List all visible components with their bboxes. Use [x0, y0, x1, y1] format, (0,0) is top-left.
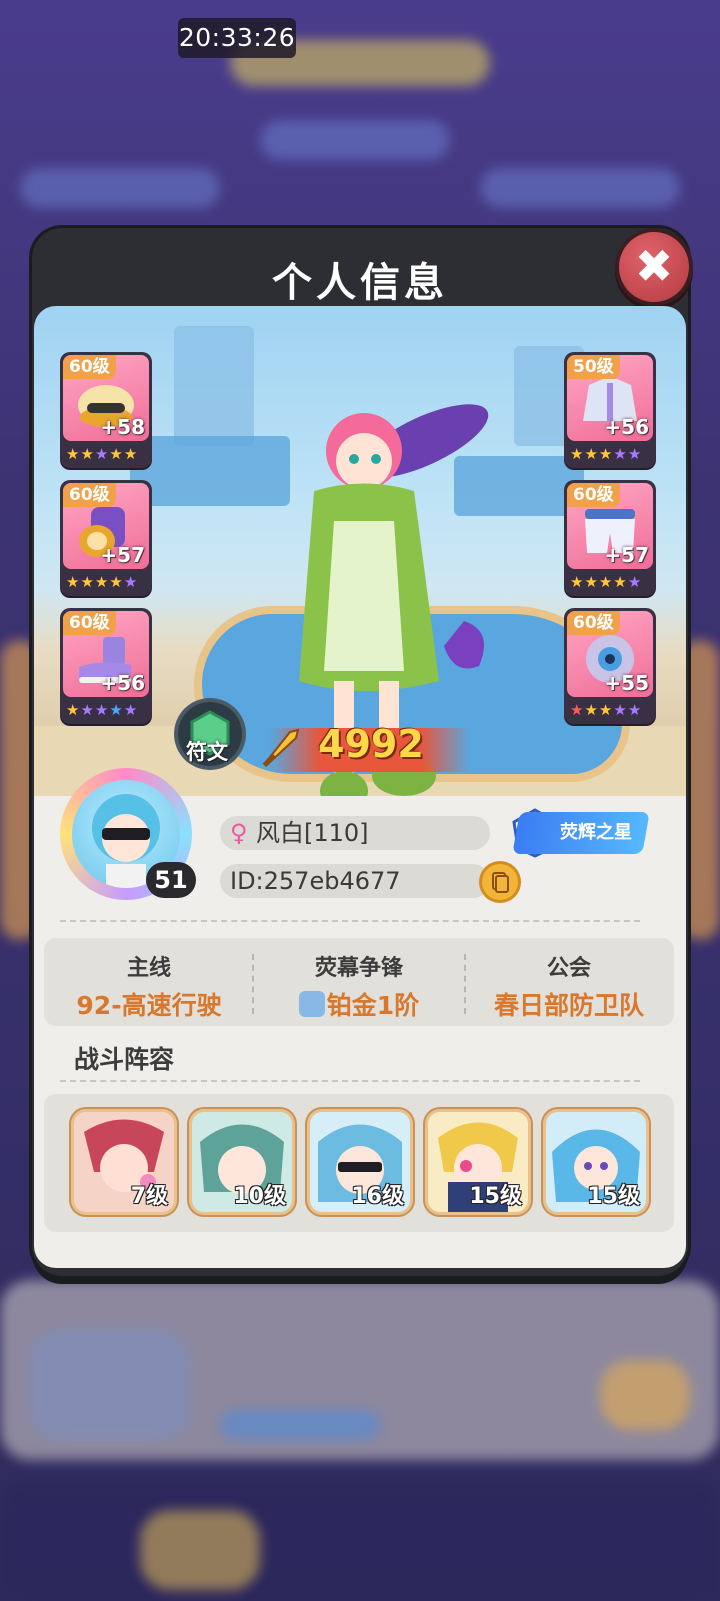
- stat-value: 92-高速行驶: [76, 991, 222, 1020]
- title-badge[interactable]: 荧辉之星: [512, 812, 650, 854]
- stat-label: 荧幕争锋: [314, 956, 403, 981]
- hero-level: 7级: [130, 1184, 168, 1209]
- sword-icon: [262, 728, 300, 768]
- equip-enhance: +57: [100, 543, 145, 567]
- hero-card[interactable]: 16级: [310, 1112, 410, 1212]
- female-icon: ♀: [230, 819, 248, 847]
- player-level: 51: [146, 862, 196, 898]
- star-rating: ★ ★ ★ ★ ★: [570, 445, 642, 463]
- star-rating: ★ ★ ★ ★ ★: [570, 573, 642, 591]
- equip-level: 60级: [63, 483, 116, 507]
- close-icon: ✖: [634, 239, 674, 293]
- close-button[interactable]: ✖: [619, 232, 689, 302]
- rune-label: 符文: [186, 740, 228, 764]
- rank-trophy-icon: [298, 991, 325, 1017]
- equip-enhance: +57: [604, 543, 649, 567]
- hero-card[interactable]: 15级: [546, 1112, 646, 1212]
- combat-power: 4992: [318, 722, 424, 766]
- equip-level: 60级: [567, 483, 620, 507]
- star-rating: ★ ★ ★ ★ ★: [66, 573, 138, 591]
- stat-label: 主线: [126, 956, 171, 981]
- hero-level: 15级: [469, 1184, 522, 1209]
- badge-label: 荧辉之星: [560, 822, 632, 843]
- hero-card[interactable]: 10级: [192, 1112, 292, 1212]
- copy-icon: [492, 872, 509, 893]
- status-time: 20:33:26: [178, 18, 296, 58]
- player-name-field: ♀ 风白[110]: [220, 816, 490, 850]
- equip-enhance: +58: [100, 415, 145, 439]
- hero-card[interactable]: 15级: [428, 1112, 528, 1212]
- star-rating: ★ ★ ★ ★ ★: [66, 701, 138, 719]
- stat-value: 铂金1阶: [254, 986, 464, 1022]
- equip-level: 60级: [567, 611, 620, 635]
- stat-mainline[interactable]: 主线 92-高速行驶: [44, 938, 254, 1026]
- equip-enhance: +56: [100, 671, 145, 695]
- stat-value: 春日部防卫队: [493, 991, 644, 1020]
- stat-label: 公会: [546, 956, 591, 981]
- star-rating: ★ ★ ★ ★ ★: [66, 445, 138, 463]
- equip-slot-jacket[interactable]: 50级 +56 ★ ★ ★ ★ ★: [564, 352, 656, 468]
- player-id: ID:257eb4677: [230, 867, 401, 895]
- stat-guild[interactable]: 公会 春日部防卫队: [464, 938, 674, 1026]
- hero-level: 10级: [233, 1184, 286, 1209]
- equip-slot-gadget[interactable]: 60级 +55 ★ ★ ★ ★ ★: [564, 608, 656, 724]
- divider: [60, 920, 640, 922]
- dialog-title: 个人信息: [272, 260, 448, 306]
- equip-level: 60级: [63, 611, 116, 635]
- equip-slot-boots[interactable]: 60级 +56 ★ ★ ★ ★ ★: [60, 608, 152, 724]
- copy-id-button[interactable]: [482, 864, 518, 900]
- hero-level: 16级: [351, 1184, 404, 1209]
- lineup-title: 战斗阵容: [74, 1045, 175, 1074]
- equip-level: 60级: [63, 355, 116, 379]
- equip-slot-helmet[interactable]: 60级 +58 ★ ★ ★ ★ ★: [60, 352, 152, 468]
- star-rating: ★ ★ ★ ★ ★: [570, 701, 642, 719]
- player-id-field: ID:257eb4677: [220, 864, 490, 898]
- stat-arena[interactable]: 荧幕争锋 铂金1阶: [254, 938, 464, 1026]
- equip-enhance: +55: [604, 671, 649, 695]
- hero-card[interactable]: 7级: [74, 1112, 174, 1212]
- divider: [60, 1080, 640, 1082]
- stats-box: 主线 92-高速行驶 荧幕争锋 铂金1阶 公会 春日部防卫队: [44, 938, 674, 1026]
- hero-level: 15级: [587, 1184, 640, 1209]
- equip-level: 50级: [567, 355, 620, 379]
- player-name: 风白[110]: [256, 819, 369, 847]
- equip-slot-shorts[interactable]: 60级 +57 ★ ★ ★ ★ ★: [564, 480, 656, 596]
- equip-slot-bracer[interactable]: 60级 +57 ★ ★ ★ ★ ★: [60, 480, 152, 596]
- equip-enhance: +56: [604, 415, 649, 439]
